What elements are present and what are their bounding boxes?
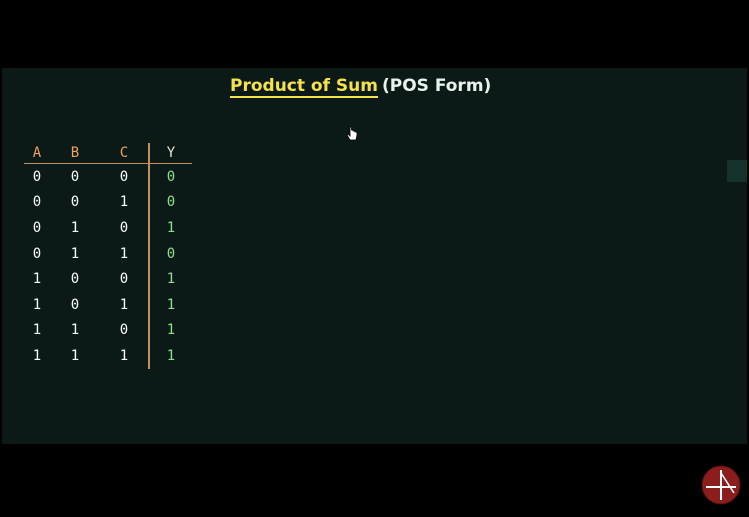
cell-a: 1 [32,322,42,339]
cell-b: 1 [70,245,80,262]
blackboard: Product of Sum(POS Form) A B C Y 0 0 0 [2,68,747,444]
cell-c: 1 [100,291,150,318]
cell-c: 0 [100,215,150,241]
cell-y: 0 [166,245,176,262]
title-sub: (POS Form) [381,76,492,96]
column-header-y: Y [149,143,192,164]
table-row: 1 1 0 1 [24,317,192,344]
cell-b: 1 [70,347,80,364]
table-row: 0 0 0 0 [24,163,192,190]
table-row: 1 0 0 1 [24,266,192,292]
cell-c: 0 [100,266,150,292]
cell-y: 1 [166,296,176,313]
cell-y: 1 [166,271,176,288]
table-row: 0 1 0 1 [24,215,192,241]
column-header-a: A [24,143,50,164]
cell-y: 0 [166,194,176,211]
cell-b: 1 [70,219,80,236]
cell-b: 0 [70,168,80,185]
cell-b: 0 [70,271,80,288]
channel-logo-icon[interactable] [701,465,741,505]
cell-c: 0 [100,163,150,190]
cell-b: 0 [70,296,80,313]
table-row: 1 0 1 1 [24,291,192,318]
cell-c: 1 [100,189,150,216]
cell-a: 0 [32,194,42,211]
cell-a: 0 [32,168,42,185]
cell-a: 1 [32,347,42,364]
cell-y: 1 [166,322,176,339]
cell-c: 0 [100,317,150,344]
column-header-c: C [100,143,150,164]
cell-a: 0 [32,245,42,262]
truth-table-header: A B C Y [24,143,192,164]
cell-y: 1 [166,347,176,364]
cell-a: 1 [32,296,42,313]
table-row: 0 0 1 0 [24,189,192,216]
side-panel-tab[interactable] [727,160,747,182]
page-title: Product of Sum (POS Form) [230,76,492,98]
title-main: Product of Sum [230,76,378,98]
cell-y: 0 [166,168,176,185]
cell-b: 1 [70,322,80,339]
cell-c: 1 [100,343,150,369]
cell-b: 0 [70,194,80,211]
video-frame: Product of Sum(POS Form) A B C Y 0 0 0 [0,0,749,517]
column-header-b: B [50,143,100,164]
truth-table: A B C Y 0 0 0 0 0 0 1 0 0 1 0 1 0 1 1 0 … [24,143,192,369]
cell-a: 0 [32,219,42,236]
table-row: 1 1 1 1 [24,343,192,369]
cell-c: 1 [100,240,150,267]
hand-cursor-icon [346,126,358,141]
cell-a: 1 [32,271,42,288]
cell-y: 1 [166,219,176,236]
table-row: 0 1 1 0 [24,240,192,267]
